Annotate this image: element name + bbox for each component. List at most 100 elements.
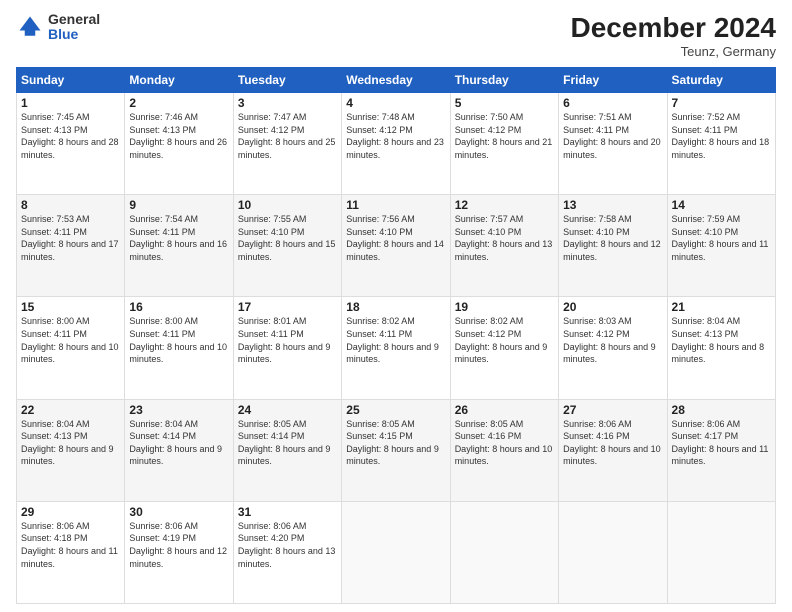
day-number: 9 [129,198,228,212]
day-detail: Sunrise: 8:05 AMSunset: 4:16 PMDaylight:… [455,419,553,467]
logo-general-text: General [48,12,100,27]
day-detail: Sunrise: 8:06 AMSunset: 4:20 PMDaylight:… [238,521,336,569]
main-title: December 2024 [571,12,776,44]
table-cell: 26 Sunrise: 8:05 AMSunset: 4:16 PMDayligh… [450,399,558,501]
day-number: 26 [455,403,554,417]
table-cell: 16Sunrise: 8:00 AMSunset: 4:11 PMDayligh… [125,297,233,399]
day-detail: Sunrise: 8:06 AMSunset: 4:18 PMDaylight:… [21,521,118,569]
day-detail: Sunrise: 7:54 AMSunset: 4:11 PMDaylight:… [129,214,227,262]
day-number: 15 [21,300,120,314]
table-cell: 28 Sunrise: 8:06 AMSunset: 4:17 PMDayligh… [667,399,775,501]
day-number: 2 [129,96,228,110]
table-cell: 20Sunrise: 8:03 AMSunset: 4:12 PMDayligh… [559,297,667,399]
day-number: 7 [672,96,771,110]
day-detail: Sunrise: 7:48 AMSunset: 4:12 PMDaylight:… [346,112,444,160]
table-cell: 29 Sunrise: 8:06 AMSunset: 4:18 PMDayligh… [17,501,125,603]
day-number: 31 [238,505,337,519]
col-wednesday: Wednesday [342,68,450,93]
day-number: 14 [672,198,771,212]
table-cell: 17 Sunrise: 8:01 AMSunset: 4:11 PMDayligh… [233,297,341,399]
day-detail: Sunrise: 7:45 AMSunset: 4:13 PMDaylight:… [21,112,119,160]
table-cell: 25Sunrise: 8:05 AMSunset: 4:15 PMDayligh… [342,399,450,501]
table-cell [342,501,450,603]
table-cell: 23Sunrise: 8:04 AMSunset: 4:14 PMDayligh… [125,399,233,501]
table-cell: 14 Sunrise: 7:59 AMSunset: 4:10 PMDayligh… [667,195,775,297]
day-detail: Sunrise: 7:53 AMSunset: 4:11 PMDaylight:… [21,214,119,262]
day-number: 30 [129,505,228,519]
day-number: 19 [455,300,554,314]
day-number: 10 [238,198,337,212]
calendar-table: Sunday Monday Tuesday Wednesday Thursday… [16,67,776,604]
table-cell: 24Sunrise: 8:05 AMSunset: 4:14 PMDayligh… [233,399,341,501]
day-number: 23 [129,403,228,417]
day-detail: Sunrise: 8:01 AMSunset: 4:11 PMDaylight:… [238,316,331,364]
table-cell: 9 Sunrise: 7:54 AMSunset: 4:11 PMDaylight… [125,195,233,297]
col-sunday: Sunday [17,68,125,93]
day-detail: Sunrise: 7:58 AMSunset: 4:10 PMDaylight:… [563,214,661,262]
day-detail: Sunrise: 7:57 AMSunset: 4:10 PMDaylight:… [455,214,553,262]
logo: General Blue [16,12,100,43]
table-cell: 7 Sunrise: 7:52 AMSunset: 4:11 PMDaylight… [667,93,775,195]
day-detail: Sunrise: 8:04 AMSunset: 4:13 PMDaylight:… [672,316,765,364]
table-cell: 3 Sunrise: 7:47 AMSunset: 4:12 PMDaylight… [233,93,341,195]
table-cell: 11 Sunrise: 7:56 AMSunset: 4:10 PMDayligh… [342,195,450,297]
page: General Blue December 2024 Teunz, German… [0,0,792,612]
table-cell: 30 Sunrise: 8:06 AMSunset: 4:19 PMDayligh… [125,501,233,603]
col-friday: Friday [559,68,667,93]
day-number: 16 [129,300,228,314]
day-detail: Sunrise: 7:59 AMSunset: 4:10 PMDaylight:… [672,214,769,262]
day-number: 11 [346,198,445,212]
table-cell: 10 Sunrise: 7:55 AMSunset: 4:10 PMDayligh… [233,195,341,297]
header: General Blue December 2024 Teunz, German… [16,12,776,59]
day-detail: Sunrise: 7:52 AMSunset: 4:11 PMDaylight:… [672,112,770,160]
subtitle: Teunz, Germany [571,44,776,59]
day-number: 20 [563,300,662,314]
day-detail: Sunrise: 7:47 AMSunset: 4:12 PMDaylight:… [238,112,336,160]
day-number: 8 [21,198,120,212]
table-cell: 22 Sunrise: 8:04 AMSunset: 4:13 PMDayligh… [17,399,125,501]
logo-blue-text: Blue [48,27,100,42]
title-block: December 2024 Teunz, Germany [571,12,776,59]
day-number: 4 [346,96,445,110]
day-number: 24 [238,403,337,417]
day-number: 22 [21,403,120,417]
day-detail: Sunrise: 7:50 AMSunset: 4:12 PMDaylight:… [455,112,553,160]
day-number: 12 [455,198,554,212]
day-detail: Sunrise: 7:46 AMSunset: 4:13 PMDaylight:… [129,112,227,160]
table-cell: 1 Sunrise: 7:45 AMSunset: 4:13 PMDaylight… [17,93,125,195]
day-detail: Sunrise: 7:55 AMSunset: 4:10 PMDaylight:… [238,214,336,262]
table-cell: 27 Sunrise: 8:06 AMSunset: 4:16 PMDayligh… [559,399,667,501]
table-cell: 13 Sunrise: 7:58 AMSunset: 4:10 PMDayligh… [559,195,667,297]
day-detail: Sunrise: 8:02 AMSunset: 4:11 PMDaylight:… [346,316,439,364]
day-number: 21 [672,300,771,314]
table-cell: 21 Sunrise: 8:04 AMSunset: 4:13 PMDayligh… [667,297,775,399]
table-cell: 4 Sunrise: 7:48 AMSunset: 4:12 PMDaylight… [342,93,450,195]
logo-icon [16,13,44,41]
day-number: 28 [672,403,771,417]
day-number: 18 [346,300,445,314]
col-tuesday: Tuesday [233,68,341,93]
table-cell: 5 Sunrise: 7:50 AMSunset: 4:12 PMDaylight… [450,93,558,195]
day-detail: Sunrise: 8:06 AMSunset: 4:16 PMDaylight:… [563,419,661,467]
table-cell [667,501,775,603]
header-row: Sunday Monday Tuesday Wednesday Thursday… [17,68,776,93]
table-cell: 31 Sunrise: 8:06 AMSunset: 4:20 PMDayligh… [233,501,341,603]
day-number: 17 [238,300,337,314]
table-cell: 12 Sunrise: 7:57 AMSunset: 4:10 PMDayligh… [450,195,558,297]
day-number: 3 [238,96,337,110]
table-cell: 19 Sunrise: 8:02 AMSunset: 4:12 PMDayligh… [450,297,558,399]
day-detail: Sunrise: 8:04 AMSunset: 4:13 PMDaylight:… [21,419,114,467]
table-cell: 18 Sunrise: 8:02 AMSunset: 4:11 PMDayligh… [342,297,450,399]
day-number: 5 [455,96,554,110]
day-number: 29 [21,505,120,519]
day-detail: Sunrise: 7:51 AMSunset: 4:11 PMDaylight:… [563,112,661,160]
day-detail: Sunrise: 7:56 AMSunset: 4:10 PMDaylight:… [346,214,444,262]
day-detail: Sunrise: 8:06 AMSunset: 4:19 PMDaylight:… [129,521,227,569]
day-number: 27 [563,403,662,417]
day-number: 1 [21,96,120,110]
day-number: 13 [563,198,662,212]
day-number: 25 [346,403,445,417]
day-detail: Sunrise: 8:02 AMSunset: 4:12 PMDaylight:… [455,316,548,364]
day-detail: Sunrise: 8:06 AMSunset: 4:17 PMDaylight:… [672,419,769,467]
table-cell [559,501,667,603]
